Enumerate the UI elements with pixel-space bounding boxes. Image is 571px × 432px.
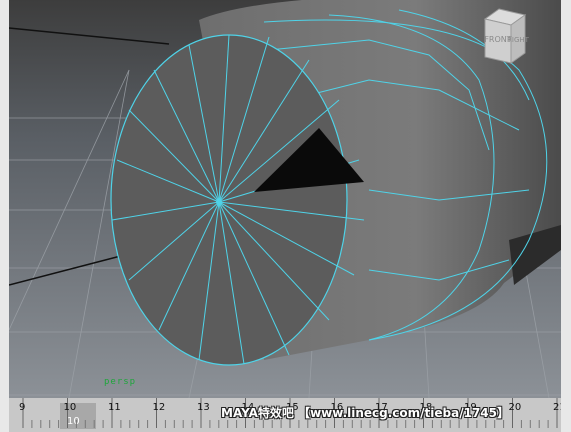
time-slider[interactable]: 10 9101112131415161718192021 MAYA特效吧 【ww…	[9, 398, 561, 432]
cylinder-cap-face	[110, 34, 348, 366]
viewcube-right-label: RIGHT	[507, 36, 530, 44]
viewport-3d[interactable]: FRONT RIGHT persp	[9, 0, 561, 398]
timeline-tick-label: 10	[63, 402, 77, 413]
camera-label: persp	[104, 377, 137, 387]
watermark: MAYA特效吧 【www.linecg.com/tieba/1745】	[221, 406, 510, 420]
viewcube[interactable]: FRONT RIGHT	[461, 5, 539, 77]
timeline-tick-label: 9	[19, 402, 26, 413]
timeline-tick-label: 21	[553, 402, 561, 413]
timeline-tick-label: 11	[108, 402, 121, 413]
viewcube-icon[interactable]: FRONT RIGHT	[461, 5, 539, 77]
timeline-tick-label: 12	[152, 402, 166, 413]
timeline-tick-label: 13	[197, 402, 210, 413]
timeline-tick-label: 20	[508, 402, 522, 413]
cap-center-vertex	[216, 199, 222, 205]
